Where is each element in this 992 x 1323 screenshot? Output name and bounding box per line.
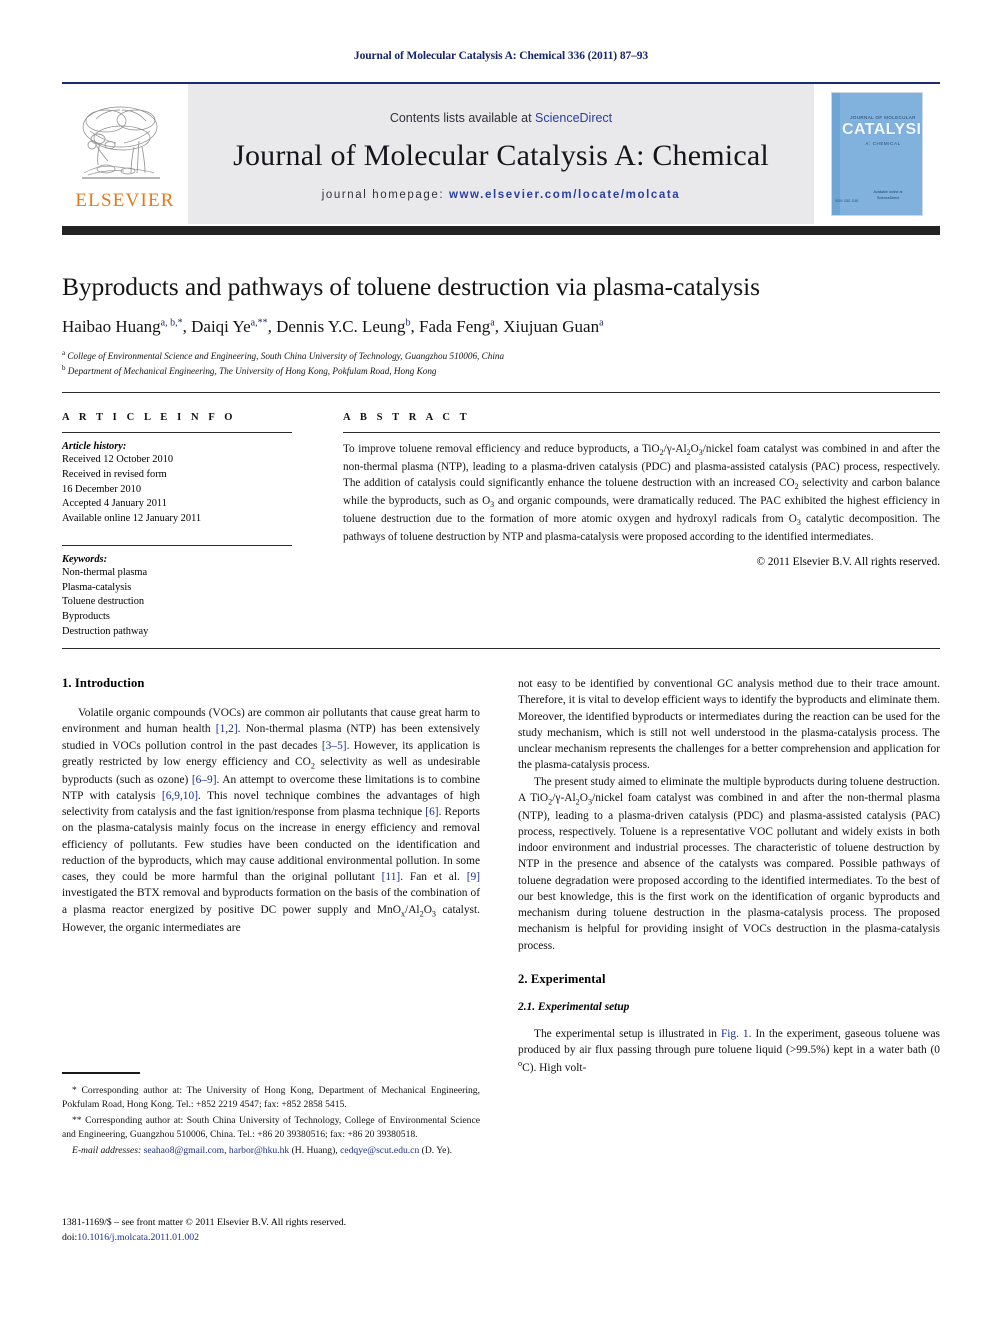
history-line: 16 December 2010 bbox=[62, 483, 142, 495]
journal-cover-cell: JOURNAL OF MOLECULAR CATALYSIS A: CHEMIC… bbox=[814, 84, 940, 224]
journal-homepage-line: journal homepage: www.elsevier.com/locat… bbox=[322, 189, 681, 201]
keywords-label: Keywords: bbox=[62, 553, 108, 565]
history-line: Available online 12 January 2011 bbox=[62, 513, 202, 525]
abstract-text: To improve toluene removal efficiency an… bbox=[343, 443, 940, 544]
band-bottom-rule bbox=[62, 648, 940, 649]
email-label: E-mail addresses: bbox=[72, 1145, 142, 1156]
article-info-heading: A R T I C L E I N F O bbox=[62, 412, 237, 423]
body-column-left: 1. Introduction Volatile organic compoun… bbox=[62, 676, 480, 936]
doi-link[interactable]: 10.1016/j.molcata.2011.01.002 bbox=[77, 1232, 199, 1243]
article-info-rule bbox=[62, 432, 292, 433]
abstract-block: A B S T R A C T To improve toluene remov… bbox=[343, 412, 940, 568]
footnote-separator-rule bbox=[62, 1072, 140, 1074]
cover-super-title: JOURNAL OF MOLECULAR bbox=[850, 115, 916, 120]
email-link-2[interactable]: harbor@hku.hk bbox=[229, 1145, 289, 1156]
cover-main-title: CATALYSIS bbox=[842, 121, 922, 138]
homepage-label: journal homepage: bbox=[321, 189, 445, 201]
keyword-item: Toluene destruction bbox=[62, 596, 145, 608]
article-info-block: A R T I C L E I N F O Article history: R… bbox=[62, 412, 292, 640]
elsevier-tree-icon bbox=[82, 106, 160, 179]
keywords-rule bbox=[62, 544, 292, 546]
affiliations: a College of Environmental Science and E… bbox=[62, 348, 940, 379]
doi-prefix: doi: bbox=[62, 1231, 78, 1243]
keywords-block: Keywords: Non-thermal plasma Plasma-cata… bbox=[62, 544, 292, 640]
affiliation-a-text: College of Environmental Science and Eng… bbox=[67, 351, 505, 362]
abstract-heading: A B S T R A C T bbox=[343, 412, 471, 423]
cover-corner-note: ISSN 1381-1169 bbox=[835, 199, 859, 203]
section-heading-experimental: 2. Experimental bbox=[518, 971, 606, 986]
email-link-1[interactable]: seahao8@gmail.com bbox=[144, 1145, 225, 1156]
running-head: Journal of Molecular Catalysis A: Chemic… bbox=[353, 50, 649, 62]
email-link-3[interactable]: cedqye@scut.edu.cn bbox=[340, 1145, 419, 1156]
body-column-right: not easy to be identified by conventiona… bbox=[518, 676, 940, 1077]
corresponding-author-note-2: ** Corresponding author at: South China … bbox=[62, 1115, 480, 1140]
issn-doi-block: 1381-1169/$ – see front matter © 2011 El… bbox=[62, 1216, 482, 1245]
history-line: Received 12 October 2010 bbox=[62, 454, 174, 465]
intro-paragraph-1-right: not easy to be identified by conventiona… bbox=[518, 678, 940, 772]
affiliation-b-text: Department of Mechanical Engineering, Th… bbox=[67, 366, 437, 377]
journal-title: Journal of Molecular Catalysis A: Chemic… bbox=[233, 139, 769, 172]
keyword-item: Non-thermal plasma bbox=[62, 566, 148, 578]
history-line: Accepted 4 January 2011 bbox=[62, 498, 167, 510]
elsevier-logo: ELSEVIER bbox=[62, 84, 188, 224]
sciencedirect-link[interactable]: ScienceDirect bbox=[535, 111, 612, 125]
article-history-label: Article history: bbox=[62, 441, 127, 452]
intro-paragraph-1-left: Volatile organic compounds (VOCs) are co… bbox=[62, 707, 480, 934]
keyword-item: Plasma-catalysis bbox=[62, 581, 132, 593]
elsevier-wordmark: ELSEVIER bbox=[75, 189, 175, 211]
contents-available-line: Contents lists available at ScienceDirec… bbox=[390, 111, 612, 125]
article-page: Journal of Molecular Catalysis A: Chemic… bbox=[0, 0, 992, 1323]
history-line: Received in revised form bbox=[62, 468, 167, 480]
affiliation-b: b Department of Mechanical Engineering, … bbox=[62, 364, 437, 377]
corresponding-author-note-1: * Corresponding author at: The Universit… bbox=[62, 1085, 480, 1110]
email-owner-2: (D. Ye). bbox=[421, 1145, 453, 1156]
keyword-item: Byproducts bbox=[62, 611, 110, 623]
footnotes-block: * Corresponding author at: The Universit… bbox=[62, 1084, 480, 1160]
cover-sub-title: A: CHEMICAL bbox=[865, 141, 901, 146]
contents-prefix: Contents lists available at bbox=[389, 111, 536, 125]
band-top-rule bbox=[62, 392, 940, 393]
page-title: Byproducts and pathways of toluene destr… bbox=[62, 272, 760, 301]
issn-line: 1381-1169/$ – see front matter © 2011 El… bbox=[62, 1217, 347, 1228]
journal-cover-image: JOURNAL OF MOLECULAR CATALYSIS A: CHEMIC… bbox=[831, 92, 923, 216]
experimental-paragraph-1: The experimental setup is illustrated in… bbox=[518, 1027, 940, 1075]
masthead-bottom-rule bbox=[62, 226, 940, 235]
abstract-rule bbox=[343, 432, 940, 433]
masthead-center: Contents lists available at ScienceDirec… bbox=[188, 84, 814, 224]
homepage-url[interactable]: www.elsevier.com/locate/molcata bbox=[449, 189, 680, 201]
email-addresses-note: E-mail addresses: seahao8@gmail.com, har… bbox=[62, 1144, 480, 1158]
section-heading-introduction: 1. Introduction bbox=[62, 676, 145, 690]
doi-line: doi:10.1016/j.molcata.2011.01.002 bbox=[62, 1231, 482, 1246]
keyword-item: Destruction pathway bbox=[62, 625, 149, 637]
journal-masthead: ELSEVIER Contents lists available at Sci… bbox=[62, 82, 940, 224]
affiliation-a: a College of Environmental Science and E… bbox=[62, 349, 505, 362]
subsection-heading-experimental-setup: 2.1. Experimental setup bbox=[518, 1000, 630, 1013]
email-owner-1: (H. Huang), bbox=[291, 1145, 338, 1156]
cover-spine bbox=[832, 93, 840, 215]
cover-bottom-note: Available online at ScienceDirect bbox=[873, 190, 903, 200]
abstract-rights: © 2011 Elsevier B.V. All rights reserved… bbox=[756, 556, 940, 569]
intro-paragraph-2: The present study aimed to eliminate the… bbox=[518, 775, 940, 952]
author-list: Haibao Huanga, b,*, Daiqi Yea,**, Dennis… bbox=[62, 317, 604, 336]
